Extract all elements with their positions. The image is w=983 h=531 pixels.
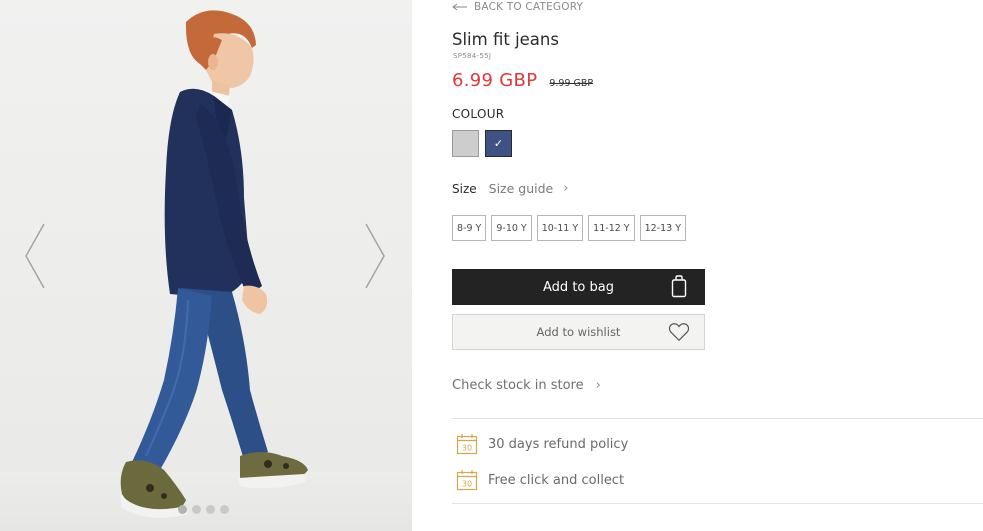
calendar-30-icon: 30 [456,470,478,491]
colour-swatches: ✓ [452,130,512,157]
size-options: 8-9 Y 9-10 Y 10-11 Y 11-12 Y 12-13 Y [452,215,687,241]
click-collect-label: Free click and collect [488,472,625,488]
chevron-right-icon [365,223,385,289]
feature-refund-policy: 30 30 days refund policy [456,433,628,455]
size-option[interactable]: 9-10 Y [491,215,532,241]
colour-swatch-grey[interactable] [452,130,479,157]
gallery-prev-button[interactable] [24,222,46,290]
size-option[interactable]: 8-9 Y [452,215,487,241]
add-to-wishlist-button[interactable]: Add to wishlist [452,314,705,350]
back-to-category-link[interactable]: BACK TO CATEGORY [452,0,583,14]
product-sku: SP584-55J [453,52,492,60]
add-to-bag-button[interactable]: Add to bag [452,269,705,305]
colour-label: COLOUR [452,107,505,121]
gallery-dot[interactable] [220,505,229,514]
heart-icon [668,323,690,342]
gallery-pagination [178,505,229,514]
chevron-left-icon [25,223,45,289]
sale-price: 6.99 GBP [452,70,538,91]
add-to-wishlist-label: Add to wishlist [536,325,621,339]
arrow-left-icon [452,3,467,11]
back-to-category-label: BACK TO CATEGORY [474,1,584,13]
product-image-gallery [0,0,412,531]
checkmark-icon: ✓ [493,137,504,150]
svg-text:30: 30 [462,480,472,489]
calendar-30-icon: 30 [456,434,478,455]
size-row: Size Size guide › [452,181,568,196]
check-stock-label: Check stock in store [452,378,584,393]
colour-swatch-navy[interactable]: ✓ [485,130,512,157]
product-photo [120,10,308,518]
feature-click-collect: 30 Free click and collect [456,469,624,491]
divider [452,503,983,504]
gallery-next-button[interactable] [364,222,386,290]
size-option[interactable]: 12-13 Y [639,215,687,241]
size-guide-label: Size guide [488,181,554,196]
size-label: Size [452,181,477,196]
refund-policy-label: 30 days refund policy [488,436,629,452]
add-to-bag-label: Add to bag [543,279,614,295]
chevron-right-icon: › [563,181,569,196]
gallery-dot[interactable] [206,505,215,514]
divider [452,418,983,419]
original-price: 9.99 GBP [549,78,594,89]
svg-text:30: 30 [462,444,472,453]
gallery-dot[interactable] [192,505,201,514]
chevron-right-icon: › [595,378,601,393]
size-option[interactable]: 11-12 Y [588,215,635,241]
product-title: Slim fit jeans [452,30,559,49]
shopping-bag-icon [671,275,687,298]
gallery-dot[interactable] [178,505,187,514]
product-details-panel: BACK TO CATEGORY Slim fit jeans SP584-55… [452,0,983,531]
price-row: 6.99 GBP 9.99 GBP [452,70,593,91]
size-guide-link[interactable]: Size guide › [489,181,569,196]
check-stock-link[interactable]: Check stock in store › [452,378,601,393]
size-option[interactable]: 10-11 Y [536,215,584,241]
